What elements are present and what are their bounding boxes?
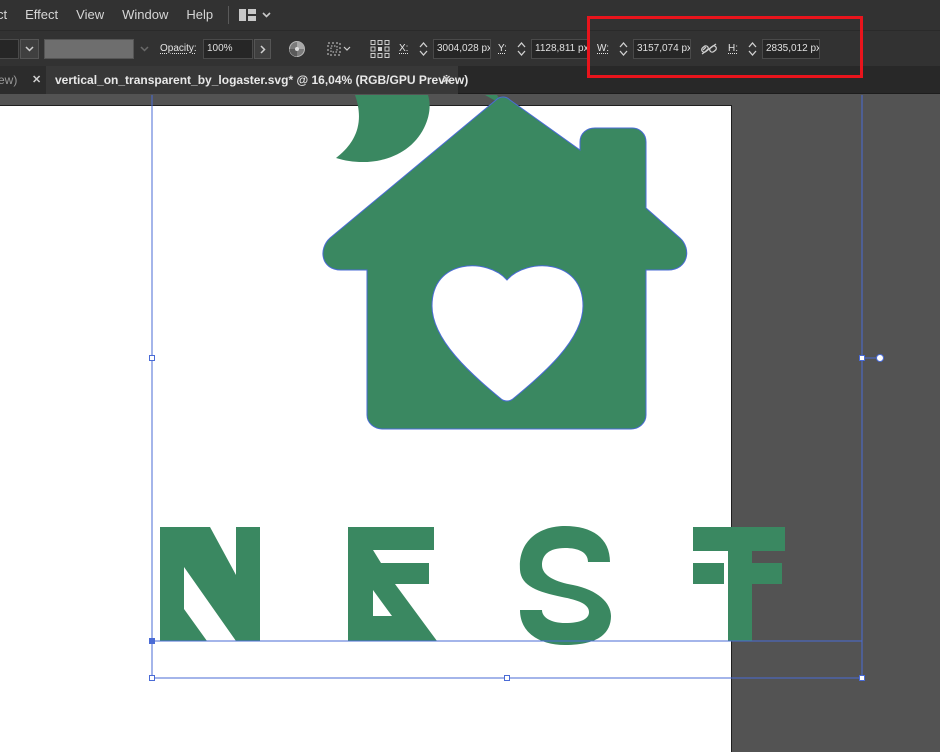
stepper-arrows-icon [619, 42, 628, 56]
stroke-dropdown-button[interactable] [20, 39, 39, 59]
tab-previous-document[interactable]: ew) ✕ [0, 66, 46, 94]
letter-n[interactable] [160, 527, 260, 641]
reference-point-icon[interactable] [369, 39, 391, 59]
y-label[interactable]: Y: [498, 39, 507, 59]
recolor-artwork-icon[interactable] [287, 39, 307, 59]
stepper-arrows-icon [419, 42, 428, 56]
illustrator-window: ct Effect View Window Help Opacity: 100% [0, 0, 940, 752]
stepper-arrows-icon [748, 42, 757, 56]
menu-help[interactable]: Help [177, 0, 222, 30]
opacity-input[interactable]: 100% [203, 39, 253, 59]
chevron-right-icon [259, 44, 266, 54]
x-input[interactable]: 3004,028 px [433, 39, 491, 59]
y-stepper[interactable] [515, 39, 528, 59]
opacity-label[interactable]: Opacity: [160, 39, 197, 59]
h-label[interactable]: H: [728, 39, 738, 59]
h-stepper[interactable] [746, 39, 759, 59]
menu-window[interactable]: Window [113, 0, 177, 30]
menu-effect[interactable]: Effect [16, 0, 67, 30]
x-stepper[interactable] [417, 39, 430, 59]
menu-separator [228, 6, 230, 24]
chevron-down-icon [25, 46, 34, 52]
tab-label: vertical_on_transparent_by_logaster.svg*… [55, 73, 469, 87]
stepper-arrows-icon [517, 42, 526, 56]
opacity-arrow-button[interactable] [254, 39, 271, 59]
canvas-area[interactable] [0, 95, 940, 752]
artwork-layer [149, 95, 884, 681]
chevron-down-icon [139, 46, 149, 52]
menu-object[interactable]: ct [0, 0, 16, 30]
menu-view[interactable]: View [67, 0, 113, 30]
letter-f[interactable] [693, 527, 785, 641]
w-input[interactable]: 3157,074 px [633, 39, 691, 59]
workspace-layout-icon [239, 9, 257, 21]
tab-label: ew) [0, 73, 18, 87]
w-label[interactable]: W: [597, 39, 609, 59]
unlink-proportions-icon[interactable] [699, 39, 719, 59]
chevron-down-icon [262, 12, 271, 18]
workspace-switcher[interactable] [239, 9, 271, 21]
document-tab-bar: ew) ✕ vertical_on_transparent_by_logaste… [0, 66, 940, 94]
close-icon[interactable]: ✕ [442, 66, 451, 94]
stroke-weight-field[interactable] [0, 39, 19, 59]
letter-s[interactable] [519, 526, 611, 645]
style-dropdown[interactable] [136, 39, 152, 59]
letter-e[interactable] [348, 527, 437, 641]
style-swatch[interactable] [44, 39, 134, 59]
y-input[interactable]: 1128,811 px [531, 39, 589, 59]
align-options-icon[interactable] [327, 39, 353, 59]
control-bar: Opacity: 100% X: 3004,028 px Y: 1128,811… [0, 30, 940, 66]
rotate-handle-icon [876, 354, 884, 362]
x-label[interactable]: X: [399, 39, 408, 59]
tab-current-document[interactable]: vertical_on_transparent_by_logaster.svg*… [46, 66, 468, 94]
h-input[interactable]: 2835,012 px [762, 39, 820, 59]
w-stepper[interactable] [617, 39, 630, 59]
menu-bar: ct Effect View Window Help [0, 0, 940, 30]
leaf-shape[interactable] [336, 95, 430, 163]
close-icon[interactable]: ✕ [32, 66, 41, 94]
